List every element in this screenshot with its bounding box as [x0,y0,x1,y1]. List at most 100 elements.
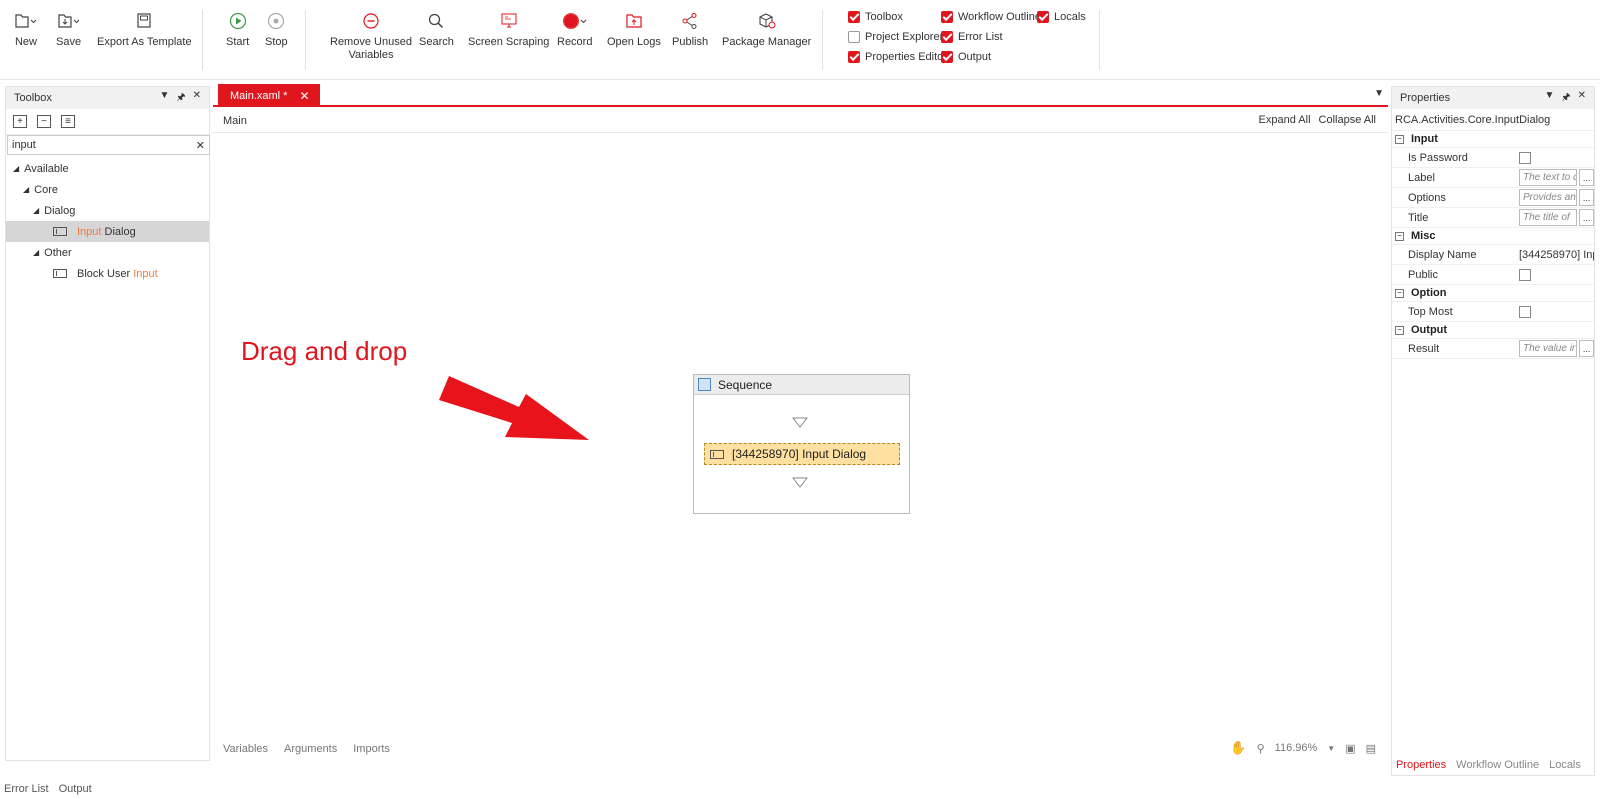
expand-all-button[interactable]: Expand All [1259,114,1311,126]
save-button[interactable]: Save [56,8,81,49]
title-expression-button[interactable]: ... [1579,209,1594,226]
category-output[interactable]: − Output [1392,322,1594,339]
toggle-project-explorer[interactable]: Project Explorer [848,31,943,43]
arguments-tab[interactable]: Arguments [284,743,337,755]
drag-and-drop-annotation: Drag and drop [241,336,408,366]
zoom-level[interactable]: 116.96% [1275,742,1318,754]
toolbox-title: Toolbox [14,92,52,104]
designer-bottom-bar: Variables Arguments Imports [213,738,1388,760]
variables-tab[interactable]: Variables [223,743,268,755]
toggle-toolbox[interactable]: Toolbox [848,11,903,23]
toggle-workflow-outline[interactable]: Workflow Outline [941,11,1041,23]
category-misc[interactable]: − Misc [1392,228,1594,245]
record-button[interactable]: Record [557,8,592,49]
right-panel-tabs: Properties Workflow Outline Locals [1392,755,1594,775]
expanded-triangle-icon: ◢ [33,248,40,257]
close-icon[interactable]: ✕ [193,90,201,107]
tab-main-xaml[interactable]: Main.xaml * ✕ [218,84,320,107]
tab-list-dropdown-icon[interactable]: ▼ [1374,88,1384,99]
label-expression-button[interactable]: ... [1579,169,1594,186]
search-button[interactable]: Search [419,8,454,49]
expand-all-icon[interactable]: + [13,115,27,128]
collapse-all-icon[interactable]: − [37,115,51,128]
expanded-triangle-icon: ◢ [23,185,30,194]
screen-scraping-button[interactable]: Screen Scraping [468,8,549,49]
package-manager-button[interactable]: Package Manager [722,8,811,49]
toggle-output[interactable]: Output [941,51,991,63]
tree-node-other[interactable]: ◢ Other [6,242,209,263]
pin-icon[interactable]: 🖈 [1561,90,1570,107]
imports-tab[interactable]: Imports [353,743,390,755]
is-password-checkbox[interactable] [1519,151,1531,164]
properties-header: Properties ▼ 🖈 ✕ [1392,87,1594,109]
property-top-most: Top Most [1392,302,1594,322]
breadcrumb[interactable]: Main [223,115,247,127]
category-input[interactable]: − Input [1392,131,1594,148]
publish-button[interactable]: Publish [672,8,708,49]
bottom-panel-tabs: Error List Output [0,779,1600,799]
share-icon [681,8,699,34]
sequence-icon [698,378,711,391]
collapse-all-button[interactable]: Collapse All [1319,114,1376,126]
label-input[interactable]: The text to d [1519,169,1578,186]
options-input[interactable]: Provides an [1519,189,1578,206]
tab-workflow-outline[interactable]: Workflow Outline [1456,759,1539,771]
package-icon [757,8,777,34]
toggle-locals[interactable]: Locals [1037,11,1086,23]
close-tab-icon[interactable]: ✕ [299,89,309,103]
public-checkbox[interactable] [1519,268,1531,281]
options-expression-button[interactable]: ... [1579,189,1594,206]
list-view-icon[interactable]: ≡ [61,115,75,128]
top-most-checkbox[interactable] [1519,305,1531,318]
new-button[interactable]: New [14,8,38,49]
designer-divider [213,132,1388,133]
tree-node-core[interactable]: ◢ Core [6,179,209,200]
overview-map-icon[interactable]: ▤ [1366,742,1376,755]
toolbox-panel: Toolbox ▼ 🖈 ✕ + − ≡ input ✕ ◢ Available … [5,86,210,761]
toolbox-actions: + − ≡ [6,109,209,135]
toolbox-search-value: input [12,139,36,151]
dropdown-icon[interactable]: ▼ [159,90,169,107]
tab-locals[interactable]: Locals [1549,759,1581,771]
property-display-name: Display Name [344258970] Inpu [1392,245,1594,265]
sequence-title: Sequence [718,377,773,392]
export-as-template-button[interactable]: Export As Template [97,8,192,49]
pin-icon[interactable]: 🖈 [176,90,185,107]
toolbox-header: Toolbox ▼ 🖈 ✕ [6,87,209,109]
result-expression-button[interactable]: ... [1579,340,1594,357]
pan-hand-icon[interactable]: ✋ [1230,740,1246,756]
remove-unused-variables-button[interactable]: Remove Unused Variables [330,8,412,62]
tab-error-list[interactable]: Error List [4,783,49,795]
toggle-error-list[interactable]: Error List [941,31,1003,43]
property-is-password: Is Password [1392,148,1594,168]
toggle-properties-editor[interactable]: Properties Editor [848,51,947,63]
input-dialog-activity[interactable]: [344258970] Input Dialog [704,443,900,465]
stop-button[interactable]: Stop [265,8,288,49]
zoom-dropdown-icon[interactable]: ▼ [1327,744,1335,753]
tree-node-dialog[interactable]: ◢ Dialog [6,200,209,221]
dropdown-icon[interactable]: ▼ [1544,90,1554,107]
tree-item-block-user-input[interactable]: Block User Input [6,263,209,284]
tree-node-available[interactable]: ◢ Available [6,158,209,179]
tab-properties[interactable]: Properties [1396,759,1446,771]
record-icon [562,8,588,34]
display-name-input[interactable]: [344258970] Inpu [1519,249,1594,261]
close-icon[interactable]: ✕ [1578,90,1586,107]
tab-output[interactable]: Output [59,783,92,795]
category-option[interactable]: − Option [1392,285,1594,302]
clear-search-icon[interactable]: ✕ [196,139,205,152]
property-title: Title The title of... [1392,208,1594,228]
fit-to-screen-icon[interactable]: ▣ [1345,742,1355,755]
stop-icon [267,8,285,34]
zoom-search-icon[interactable]: ⚲ [1257,742,1265,755]
start-button[interactable]: Start [226,8,249,49]
title-input[interactable]: The title of [1519,209,1578,226]
toolbox-search-input[interactable]: input ✕ [7,135,210,155]
open-logs-button[interactable]: Open Logs [607,8,661,49]
search-icon [427,8,445,34]
result-input[interactable]: The value ir [1519,340,1578,357]
input-dialog-icon [53,227,67,236]
tree-item-input-dialog[interactable]: Input Dialog [6,221,209,242]
open-logs-icon [624,8,644,34]
sequence-activity[interactable]: Sequence [344258970] Input Dialog [693,374,910,514]
